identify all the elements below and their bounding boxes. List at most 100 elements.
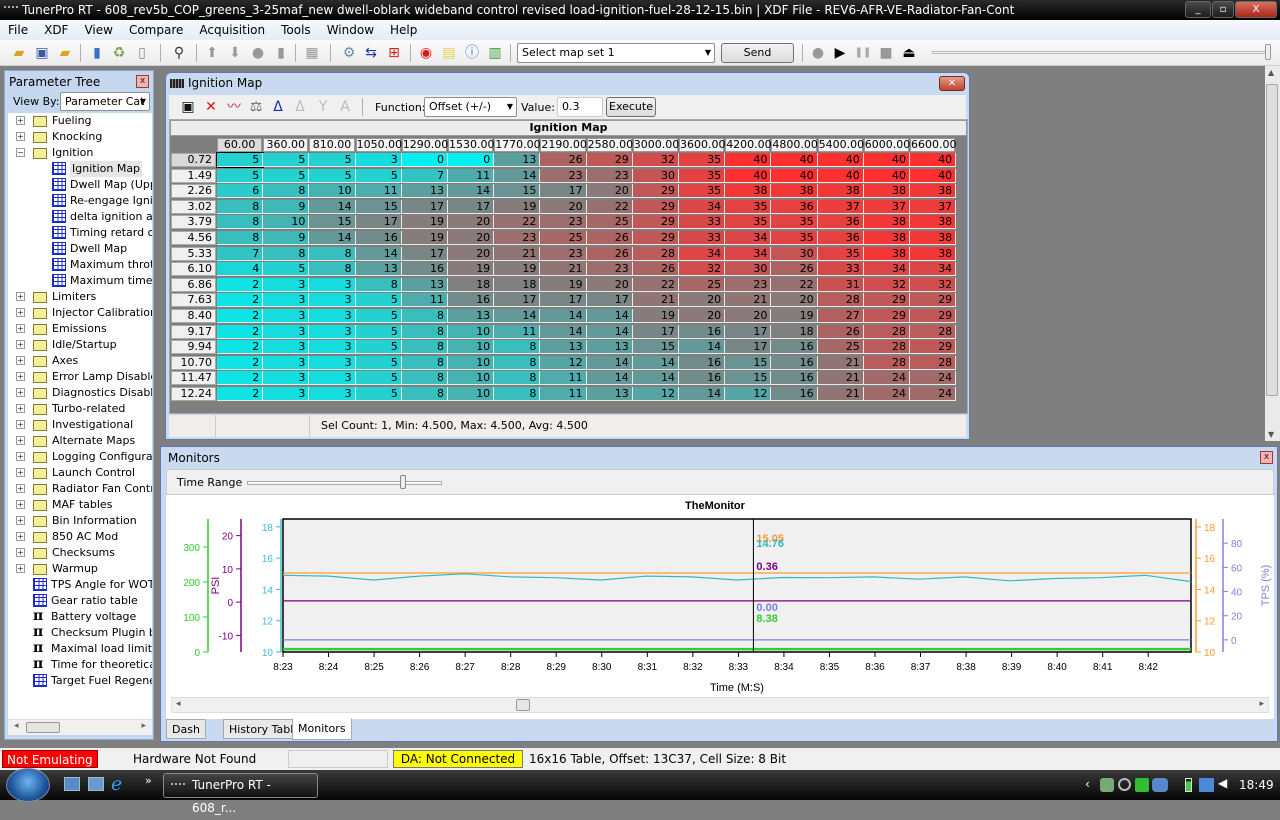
table-cell[interactable]: 5 — [355, 324, 402, 339]
table-cell[interactable]: 5 — [263, 262, 310, 277]
table-cell[interactable]: 10 — [448, 387, 495, 401]
table-cell[interactable]: 18 — [494, 277, 541, 292]
table-cell[interactable]: 20 — [771, 293, 818, 308]
table-cell[interactable]: 35 — [679, 168, 726, 183]
expand-icon[interactable]: + — [16, 420, 25, 429]
table-cell[interactable]: 35 — [679, 153, 726, 167]
time-range-slider[interactable] — [247, 481, 442, 485]
table-cell[interactable]: 19 — [540, 277, 587, 292]
notes-icon[interactable]: ▤ — [440, 44, 458, 62]
table-cell[interactable]: 10 — [309, 184, 356, 199]
time-range-handle[interactable] — [400, 475, 406, 489]
menu-xdf[interactable]: XDF — [36, 20, 76, 40]
probe-icon[interactable]: ⚲ — [170, 44, 188, 62]
chart-icon[interactable]: ▥ — [486, 44, 504, 62]
table-cell[interactable]: 26 — [771, 262, 818, 277]
new-document-icon[interactable]: ▯ — [133, 44, 151, 62]
table-cell[interactable]: 15 — [725, 355, 772, 370]
table-cell[interactable]: 11 — [401, 293, 448, 308]
table-cell[interactable]: 20 — [679, 309, 726, 323]
table-cell[interactable]: 37 — [817, 199, 864, 214]
table-cell[interactable]: 14 — [540, 324, 587, 339]
axis-disabled-icon[interactable]: Δ — [291, 98, 309, 116]
table-cell[interactable]: 8 — [494, 387, 541, 401]
table-cell[interactable]: 5 — [355, 387, 402, 401]
table-cell[interactable]: 34 — [910, 262, 957, 277]
tree-item[interactable]: Ignition Map — [8, 161, 152, 177]
table-cell[interactable]: 5 — [355, 309, 402, 323]
open-bin-icon[interactable]: ▰ — [56, 44, 74, 62]
table-cell[interactable]: 20 — [540, 199, 587, 214]
tree-item[interactable]: +850 AC Mod — [8, 529, 152, 545]
table-cell[interactable]: 8 — [401, 340, 448, 355]
tree-item[interactable]: + MAF tables — [8, 497, 152, 513]
expand-icon[interactable]: + — [16, 516, 25, 525]
tree-item[interactable]: Maximum time for — [8, 273, 152, 289]
column-header[interactable]: 6600.00 — [910, 138, 957, 152]
table-cell[interactable]: 28 — [863, 340, 910, 355]
table-cell[interactable]: 33 — [679, 215, 726, 230]
menu-help[interactable]: Help — [382, 20, 425, 40]
table-cell[interactable]: 24 — [863, 387, 910, 401]
table-cell[interactable]: 35 — [725, 199, 772, 214]
table-cell[interactable]: 23 — [725, 277, 772, 292]
table-cell[interactable]: 33 — [679, 231, 726, 245]
table-cell[interactable]: 26 — [586, 231, 633, 245]
expand-icon[interactable]: + — [16, 308, 25, 317]
table-cell[interactable]: 8 — [401, 387, 448, 401]
expand-icon[interactable]: + — [16, 468, 25, 477]
row-header[interactable]: 6.10 — [171, 262, 216, 277]
table-cell[interactable]: 13 — [355, 262, 402, 277]
table-cell[interactable]: 17 — [586, 293, 633, 308]
table-cell[interactable]: 29 — [910, 340, 957, 355]
expand-icon[interactable]: + — [16, 436, 25, 445]
table-cell[interactable]: 14 — [494, 168, 541, 183]
tree-item[interactable]: + Logging Configuration — [8, 449, 152, 465]
volume-icon[interactable]: ◀ — [1218, 776, 1227, 790]
table-cell[interactable]: 16 — [679, 324, 726, 339]
table-cell[interactable]: 28 — [910, 355, 957, 370]
table-cell[interactable]: 14 — [586, 355, 633, 370]
table-cell[interactable]: 31 — [817, 277, 864, 292]
table-cell[interactable]: 8 — [263, 246, 310, 261]
table-cell[interactable]: 21 — [817, 387, 864, 401]
table-cell[interactable]: 19 — [401, 231, 448, 245]
text-icon[interactable]: A — [336, 98, 354, 116]
table-cell[interactable]: 33 — [817, 262, 864, 277]
column-header[interactable]: 2190.00 — [540, 138, 587, 152]
tree-item[interactable]: Target Fuel Regenera — [8, 673, 152, 689]
table-cell[interactable]: 11 — [540, 387, 587, 401]
table-cell[interactable]: 36 — [771, 199, 818, 214]
tray-circle-icon[interactable] — [1118, 778, 1131, 791]
scroll-down-icon[interactable]: ▼ — [1268, 430, 1274, 439]
table-cell[interactable]: 19 — [448, 262, 495, 277]
table-cell[interactable]: 8 — [494, 355, 541, 370]
table-cell[interactable]: 24 — [910, 371, 957, 386]
tray-expand-icon[interactable]: ‹ — [1085, 777, 1090, 791]
view-by-select[interactable]: Parameter Cat ▼ — [60, 92, 150, 111]
row-header[interactable]: 10.70 — [171, 355, 216, 370]
table-cell[interactable]: 3 — [263, 371, 310, 386]
playback-slider[interactable] — [932, 51, 1267, 54]
table-cell[interactable]: 8 — [217, 215, 264, 230]
table-cell[interactable]: 37 — [863, 199, 910, 214]
table-cell[interactable]: 15 — [632, 340, 679, 355]
table-cell[interactable]: 15 — [725, 371, 772, 386]
column-header[interactable]: 1530.00 — [448, 138, 495, 152]
table-cell[interactable]: 2 — [217, 309, 264, 323]
scroll-left-icon[interactable]: ◂ — [176, 699, 181, 709]
column-header[interactable]: 6000.00 — [863, 138, 910, 152]
expand-icon[interactable]: + — [16, 292, 25, 301]
table-cell[interactable]: 23 — [540, 168, 587, 183]
table-cell[interactable]: 17 — [448, 199, 495, 214]
row-header[interactable]: 8.40 — [171, 309, 216, 323]
save-icon[interactable]: ▣ — [33, 44, 51, 62]
table-cell[interactable]: 34 — [679, 199, 726, 214]
tree-item[interactable]: Dwell Map — [8, 241, 152, 257]
send-button[interactable]: Send — [721, 43, 794, 63]
table-cell[interactable]: 38 — [910, 184, 957, 199]
tree-item[interactable]: + Idle/Startup — [8, 337, 152, 353]
table-cell[interactable]: 21 — [632, 293, 679, 308]
open-folder-icon[interactable]: ▰ — [10, 44, 28, 62]
tree-item[interactable]: + Warmup — [8, 561, 152, 577]
